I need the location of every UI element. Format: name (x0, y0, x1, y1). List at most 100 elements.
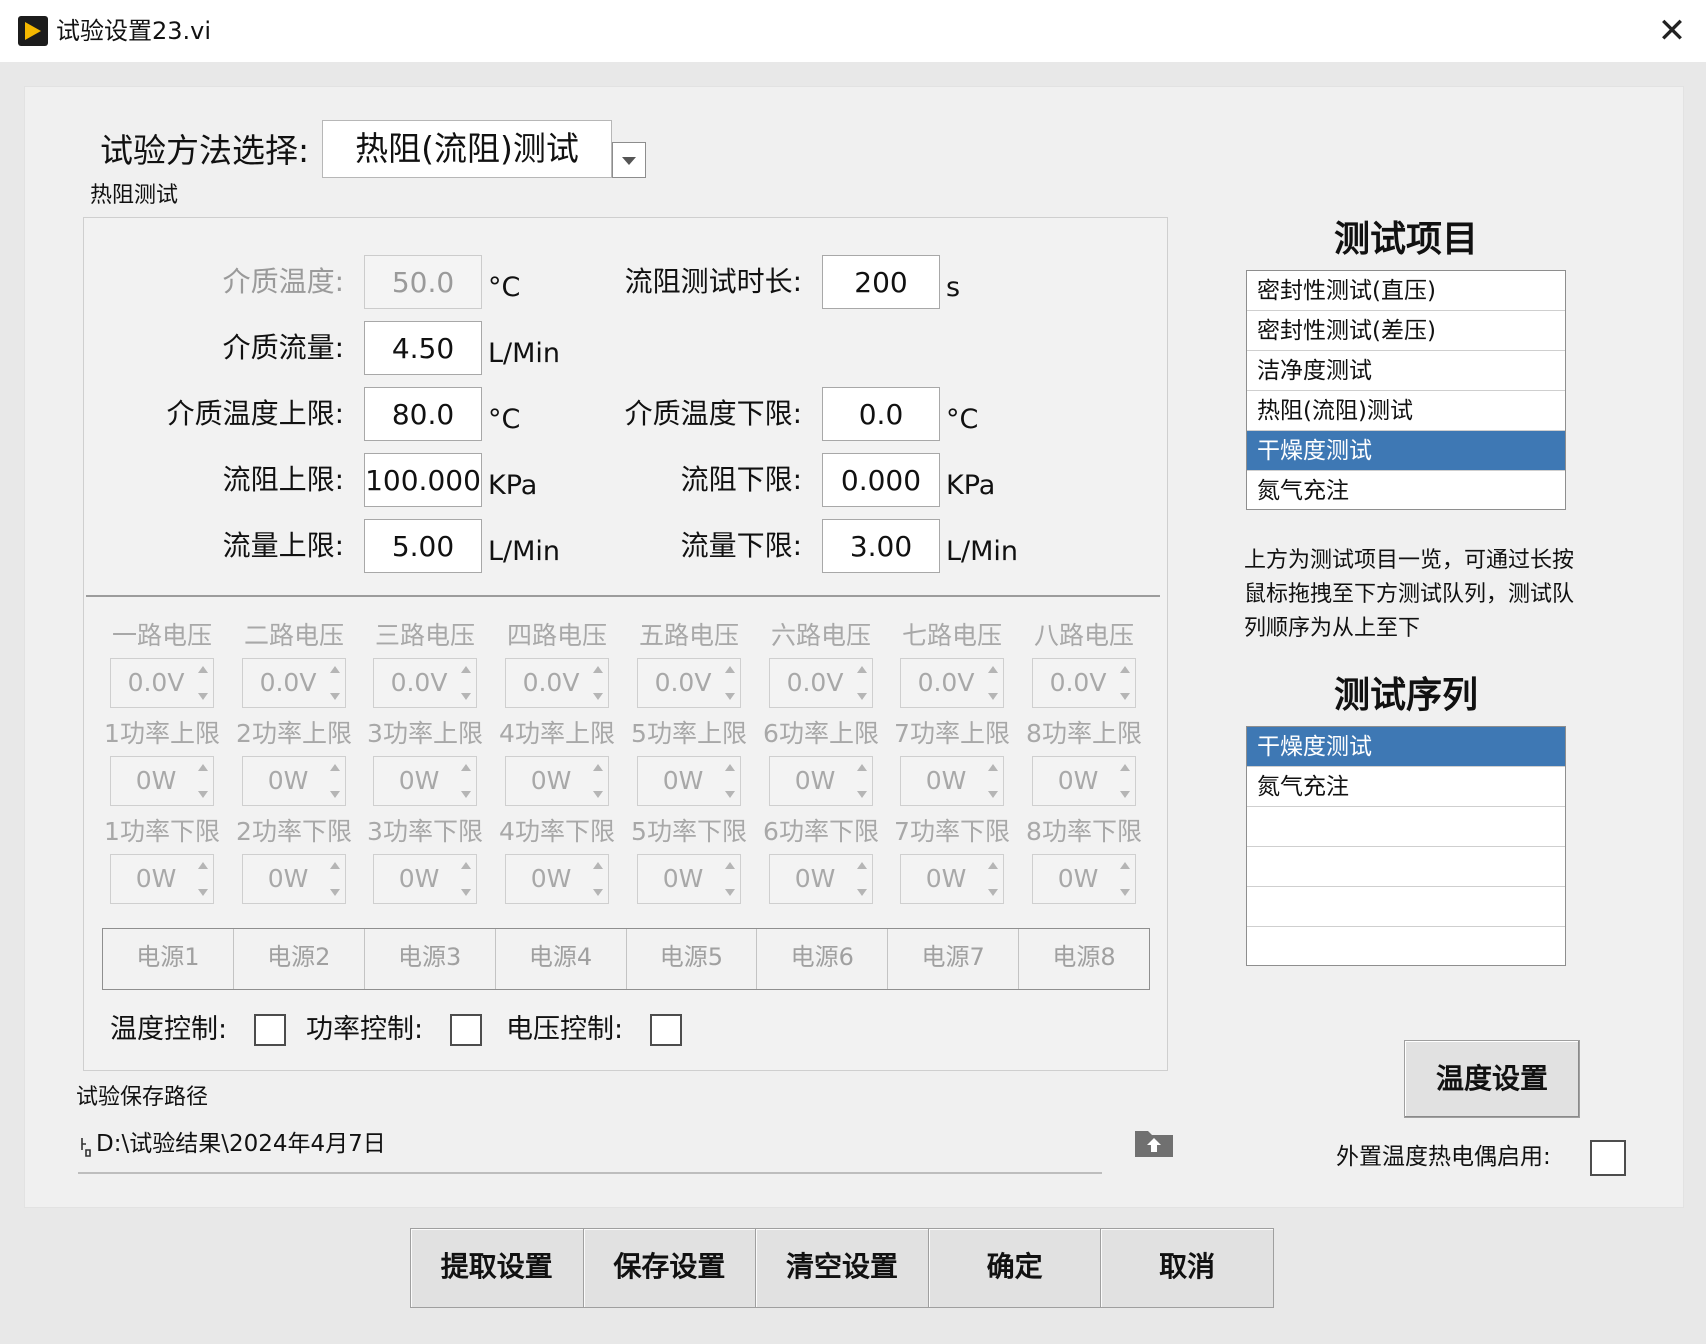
channel-4-voltage-stepper[interactable]: 0.0V (505, 658, 609, 708)
test-item[interactable]: 洁净度测试 (1247, 351, 1565, 391)
spinner-arrows-icon[interactable] (985, 661, 1001, 705)
sequence-item-empty[interactable] (1247, 807, 1565, 847)
sequence-item-empty[interactable] (1247, 927, 1565, 967)
channel-8-pmin-stepper[interactable]: 0W (1032, 854, 1136, 904)
channel-7-pmax-stepper[interactable]: 0W (900, 756, 1004, 806)
channel-1-pmin-stepper[interactable]: 0W (110, 854, 214, 904)
channel-2-voltage-stepper[interactable]: 0.0V (242, 658, 346, 708)
channel-4-pmin-stepper[interactable]: 0W (505, 854, 609, 904)
spinner-arrows-icon[interactable] (195, 661, 211, 705)
sequence-item-empty[interactable] (1247, 887, 1565, 927)
test-item[interactable]: 密封性测试(直压) (1247, 271, 1565, 311)
save-settings-button[interactable]: 保存设置 (583, 1229, 757, 1307)
power-source-row: 电源1 电源2 电源3 电源4 电源5 电源6 电源7 电源8 (102, 928, 1150, 990)
test-item[interactable]: 密封性测试(差压) (1247, 311, 1565, 351)
channel-2-pmax-stepper[interactable]: 0W (242, 756, 346, 806)
spinner-arrows-icon[interactable] (854, 661, 870, 705)
spinner-arrows-icon[interactable] (985, 759, 1001, 803)
spinner-arrows-icon[interactable] (195, 759, 211, 803)
temp-lower-field[interactable]: 0.0 (822, 387, 940, 441)
spinner-arrows-icon[interactable] (458, 661, 474, 705)
spinner-arrows-icon[interactable] (590, 857, 606, 901)
spinner-arrows-icon[interactable] (327, 857, 343, 901)
channel-8-voltage-stepper[interactable]: 0.0V (1032, 658, 1136, 708)
test-item[interactable]: 氮气充注 (1247, 471, 1565, 511)
channel-8-pmin-label: 8功率下限 (1026, 817, 1142, 846)
flow-lower-field[interactable]: 3.00 (822, 519, 940, 573)
temp-settings-button[interactable]: 温度设置 (1404, 1040, 1580, 1118)
power-source-1[interactable]: 电源1 (103, 929, 234, 989)
spinner-arrows-icon[interactable] (854, 857, 870, 901)
load-settings-button[interactable]: 提取设置 (411, 1229, 584, 1307)
medium-temp-unit: °C (488, 272, 521, 303)
power-control-checkbox[interactable] (450, 1014, 482, 1046)
resist-lower-field[interactable]: 0.000 (822, 453, 940, 507)
temp-control-checkbox[interactable] (254, 1014, 286, 1046)
cancel-button[interactable]: 取消 (1101, 1229, 1273, 1307)
channel-3-voltage-stepper[interactable]: 0.0V (373, 658, 477, 708)
channel-7-pmin-stepper[interactable]: 0W (900, 854, 1004, 904)
sequence-item-empty[interactable] (1247, 847, 1565, 887)
spinner-arrows-icon[interactable] (195, 857, 211, 901)
channel-6-voltage-stepper[interactable]: 0.0V (769, 658, 873, 708)
spinner-arrows-icon[interactable] (458, 759, 474, 803)
power-source-4[interactable]: 电源4 (496, 929, 627, 989)
spinner-arrows-icon[interactable] (327, 759, 343, 803)
channel-4-pmax-stepper[interactable]: 0W (505, 756, 609, 806)
medium-flow-field[interactable]: 4.50 (364, 321, 482, 375)
channel-7-pmax-value: 0W (925, 766, 967, 795)
flow-upper-field[interactable]: 5.00 (364, 519, 482, 573)
method-select[interactable]: 热阻(流阻)测试 (322, 120, 612, 178)
folder-browse-icon[interactable] (1134, 1126, 1174, 1158)
voltage-control-label: 电压控制: (506, 1014, 624, 1045)
spinner-arrows-icon[interactable] (1117, 857, 1133, 901)
save-path-value[interactable]: D:\试验结果\2024年4月7日 (96, 1128, 386, 1160)
power-source-7[interactable]: 电源7 (888, 929, 1020, 989)
channel-6-pmin-label: 6功率下限 (763, 817, 879, 846)
channel-6-pmin-stepper[interactable]: 0W (769, 854, 873, 904)
channel-2-pmax-value: 0W (267, 766, 309, 795)
channel-1-voltage-stepper[interactable]: 0.0V (110, 658, 214, 708)
power-source-2[interactable]: 电源2 (234, 929, 365, 989)
channel-5-voltage-stepper[interactable]: 0.0V (637, 658, 741, 708)
flow-lower-label: 流量下限: (680, 529, 802, 562)
sequence-item-selected[interactable]: 干燥度测试 (1247, 727, 1565, 767)
chevron-down-icon[interactable] (612, 142, 646, 178)
spinner-arrows-icon[interactable] (854, 759, 870, 803)
sequence-item[interactable]: 氮气充注 (1247, 767, 1565, 807)
channel-3-pmax-stepper[interactable]: 0W (373, 756, 477, 806)
power-source-5[interactable]: 电源5 (627, 929, 758, 989)
ok-button[interactable]: 确定 (928, 1229, 1102, 1307)
spinner-arrows-icon[interactable] (1117, 759, 1133, 803)
external-thermocouple-checkbox[interactable] (1590, 1140, 1626, 1176)
save-path-title: 试验保存路径 (76, 1085, 209, 1110)
channel-5-pmax-stepper[interactable]: 0W (637, 756, 741, 806)
test-item-selected[interactable]: 干燥度测试 (1247, 431, 1565, 471)
spinner-arrows-icon[interactable] (985, 857, 1001, 901)
spinner-arrows-icon[interactable] (590, 661, 606, 705)
test-item[interactable]: 热阻(流阻)测试 (1247, 391, 1565, 431)
power-source-3[interactable]: 电源3 (365, 929, 496, 989)
spinner-arrows-icon[interactable] (327, 661, 343, 705)
power-source-6[interactable]: 电源6 (757, 929, 889, 989)
spinner-arrows-icon[interactable] (722, 759, 738, 803)
power-source-8[interactable]: 电源8 (1019, 929, 1149, 989)
channel-5-pmin-stepper[interactable]: 0W (637, 854, 741, 904)
channel-8-pmax-stepper[interactable]: 0W (1032, 756, 1136, 806)
channel-1-pmax-stepper[interactable]: 0W (110, 756, 214, 806)
channel-6-pmax-stepper[interactable]: 0W (769, 756, 873, 806)
channel-2-pmin-stepper[interactable]: 0W (242, 854, 346, 904)
spinner-arrows-icon[interactable] (1117, 661, 1133, 705)
voltage-control-checkbox[interactable] (650, 1014, 682, 1046)
resist-upper-field[interactable]: 100.000 (364, 453, 482, 507)
spinner-arrows-icon[interactable] (458, 857, 474, 901)
channel-3-pmin-stepper[interactable]: 0W (373, 854, 477, 904)
flow-time-field[interactable]: 200 (822, 255, 940, 309)
spinner-arrows-icon[interactable] (590, 759, 606, 803)
temp-upper-field[interactable]: 80.0 (364, 387, 482, 441)
clear-settings-button[interactable]: 清空设置 (756, 1229, 929, 1307)
spinner-arrows-icon[interactable] (722, 857, 738, 901)
channel-7-voltage-stepper[interactable]: 0.0V (900, 658, 1004, 708)
spinner-arrows-icon[interactable] (722, 661, 738, 705)
close-button[interactable]: ✕ (1652, 12, 1692, 52)
